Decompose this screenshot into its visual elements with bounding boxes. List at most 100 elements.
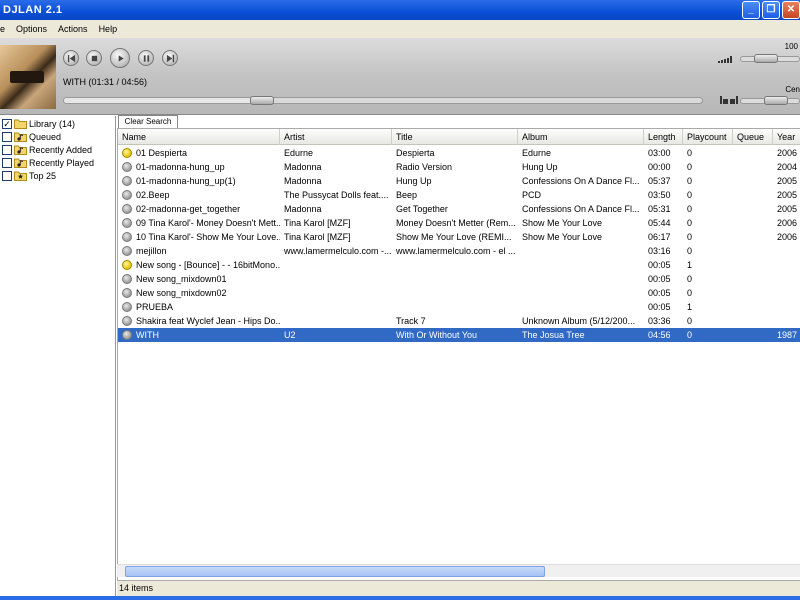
previous-icon: [67, 54, 75, 62]
cell-album: [518, 272, 644, 286]
recently-played-checkbox[interactable]: [2, 157, 12, 168]
table-row[interactable]: New song - [Bounce] - - 16bitMono... 00:0…: [118, 258, 800, 272]
cell-playcount: 0: [687, 288, 693, 298]
cell-title: [392, 286, 518, 300]
table-row[interactable]: Shakira feat Wyclef Jean - Hips Do... Tra…: [118, 314, 800, 328]
tree-label: Recently Played: [29, 157, 95, 168]
pause-button[interactable]: [138, 50, 154, 66]
table-row[interactable]: 09 Tina Karol'- Money Doesn't Mett... Tin…: [118, 216, 800, 230]
queued-checkbox[interactable]: [2, 131, 12, 142]
column-header-title[interactable]: Title: [392, 129, 518, 145]
cell-title: Beep: [396, 190, 418, 200]
cell-queue: [733, 202, 773, 216]
tree-item-library[interactable]: ✓ Library (14): [2, 117, 75, 130]
clear-search-button[interactable]: Clear Search: [118, 115, 178, 128]
scrollbar-thumb[interactable]: [125, 566, 545, 577]
menu-options[interactable]: Options: [11, 24, 53, 34]
stop-icon: [91, 55, 97, 61]
cell-year: [773, 258, 800, 272]
cell-artist: [280, 272, 392, 286]
library-tree: ✓ Library (14) Queued Recently Added Rec…: [0, 116, 116, 600]
track-icon: [122, 218, 132, 228]
table-row[interactable]: PRUEBA 00:05 1: [118, 300, 800, 314]
library-checkbox[interactable]: ✓: [2, 118, 12, 129]
minimize-button[interactable]: _: [742, 1, 760, 19]
table-row[interactable]: New song_mixdown02 00:05 0: [118, 286, 800, 300]
track-icon: [122, 330, 132, 340]
cell-title: Get Together: [396, 204, 448, 214]
cell-album: [518, 258, 644, 272]
tree-item-queued[interactable]: Queued: [2, 130, 61, 143]
column-header-queue[interactable]: Queue: [733, 129, 773, 145]
menu-actions[interactable]: Actions: [53, 24, 94, 34]
cell-year: [773, 300, 800, 314]
volume-thumb[interactable]: [754, 54, 778, 63]
cell-length: 03:36: [648, 316, 671, 326]
play-button[interactable]: [110, 48, 130, 68]
table-row[interactable]: 01-madonna-hung_up(1) Madonna Hung Up Confe…: [118, 174, 800, 188]
cell-artist: The Pussycat Dolls feat....: [284, 190, 389, 200]
cell-name: WITH: [136, 330, 159, 340]
cell-length: 00:05: [648, 274, 671, 284]
tree-item-recently-played[interactable]: Recently Played: [2, 156, 94, 169]
cell-title: With Or Without You: [396, 330, 478, 340]
item-count: 14 items: [119, 583, 154, 593]
table-row[interactable]: 10 Tina Karol'- Show Me Your Love... Tina…: [118, 230, 800, 244]
table-row[interactable]: 01 Despierta Edurne Despierta Edurne 03:00 0 2…: [118, 146, 800, 160]
column-header-name[interactable]: Name: [118, 129, 280, 145]
cell-artist: Tina Karol [MZF]: [284, 218, 351, 228]
cell-artist: U2: [284, 330, 296, 340]
cell-playcount: 0: [687, 204, 693, 214]
horizontal-scrollbar[interactable]: [117, 564, 800, 577]
cell-playcount: 1: [687, 260, 693, 270]
table-row[interactable]: 01-madonna-hung_up Madonna Radio Version Hu…: [118, 160, 800, 174]
seek-bar[interactable]: [63, 96, 703, 105]
cell-year: [773, 272, 800, 286]
recently-added-checkbox[interactable]: [2, 144, 12, 155]
cell-year: 2006: [777, 232, 798, 242]
column-header-playcount[interactable]: Playcount: [683, 129, 733, 145]
seek-thumb[interactable]: [250, 96, 274, 105]
cell-length: 03:00: [648, 148, 671, 158]
cell-length: 06:17: [648, 232, 671, 242]
previous-button[interactable]: [63, 50, 79, 66]
cell-playcount: 0: [687, 274, 693, 284]
top-25-checkbox[interactable]: [2, 170, 12, 181]
track-icon: [122, 176, 132, 186]
cell-name: 02.Beep: [136, 190, 170, 200]
cell-album: Show Me Your Love: [522, 232, 603, 242]
close-button[interactable]: ✕: [782, 1, 800, 19]
table-row[interactable]: mejillon www.lamermelculo.com -... www.lam…: [118, 244, 800, 258]
cell-name: 10 Tina Karol'- Show Me Your Love...: [136, 232, 280, 242]
table-row[interactable]: New song_mixdown01 00:05 0: [118, 272, 800, 286]
column-header-length[interactable]: Length: [644, 129, 683, 145]
menu-help[interactable]: Help: [94, 24, 124, 34]
stop-button[interactable]: [86, 50, 102, 66]
cell-length: 00:05: [648, 302, 671, 312]
cell-artist: [280, 286, 392, 300]
cell-album: The Josua Tree: [522, 330, 585, 340]
table-row[interactable]: WITH U2 With Or Without You The Josua Tree 0…: [118, 328, 800, 342]
column-header-album[interactable]: Album: [518, 129, 644, 145]
cell-name: 02-madonna-get_together: [136, 204, 241, 214]
table-row[interactable]: 02-madonna-get_together Madonna Get Togeth…: [118, 202, 800, 216]
maximize-button[interactable]: ❐: [762, 1, 780, 19]
tree-label: Top 25: [29, 170, 57, 181]
column-header-year[interactable]: Year: [773, 129, 800, 145]
cell-artist: Madonna: [284, 162, 322, 172]
taskbar-edge: [0, 596, 800, 600]
column-header-artist[interactable]: Artist: [280, 129, 392, 145]
track-icon: [122, 302, 132, 312]
cell-queue: [733, 188, 773, 202]
next-button[interactable]: [162, 50, 178, 66]
balance-thumb[interactable]: [764, 96, 788, 105]
tree-item-top-25[interactable]: Top 25: [2, 169, 56, 182]
cell-length: 03:50: [648, 190, 671, 200]
cell-name: 01-madonna-hung_up: [136, 162, 225, 172]
menu-file[interactable]: e: [0, 24, 11, 34]
cell-playcount: 0: [687, 246, 693, 256]
table-row[interactable]: 02.Beep The Pussycat Dolls feat.... Beep PC…: [118, 188, 800, 202]
track-icon: [122, 162, 132, 172]
tree-item-recently-added[interactable]: Recently Added: [2, 143, 92, 156]
cell-year: 2005: [777, 190, 798, 200]
